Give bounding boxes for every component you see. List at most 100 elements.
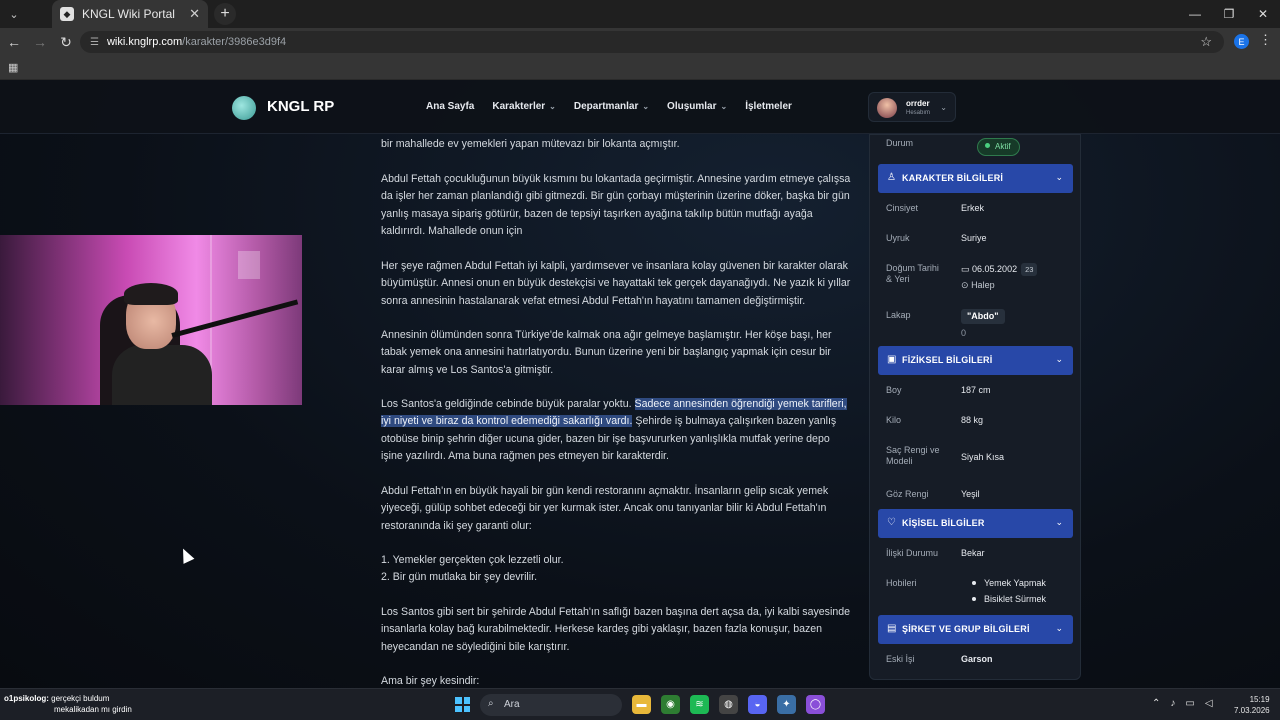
close-window-icon[interactable]: ✕ — [1246, 0, 1280, 28]
location-pin-icon: ⊙ — [961, 280, 969, 290]
microphone-arm — [171, 299, 299, 338]
file-explorer-icon[interactable]: ▬ — [632, 695, 651, 714]
restore-icon[interactable]: ❐ — [1212, 0, 1246, 28]
building-icon: ▤ — [887, 623, 897, 634]
system-tray: ⌃ ♪ ▭ ◁ — [1152, 698, 1213, 709]
site-info-icon[interactable]: ☰ — [90, 37, 99, 48]
info-label: Göz Rengi — [886, 489, 929, 499]
chat-message: gerçekçi buldum — [51, 694, 110, 703]
section-title: KİŞİSEL BİLGİLER — [902, 518, 985, 528]
bookmarks-bar: ▦ — [0, 56, 1280, 80]
nav-label: Ana Sayfa — [426, 101, 475, 112]
tray-chevron-icon[interactable]: ⌃ — [1152, 698, 1160, 709]
user-menu[interactable]: orrder Hesabım ⌄ — [868, 92, 956, 122]
nav-ana-sayfa[interactable]: Ana Sayfa — [426, 101, 474, 112]
streamer-body — [112, 345, 212, 405]
browser-tab[interactable]: ◆ KNGL Wiki Portal ✕ — [52, 0, 208, 28]
chat-line: o1psikolog: gerçekçi buldum — [4, 693, 132, 704]
forward-arrow-icon[interactable]: → — [28, 30, 52, 54]
minimize-icon[interactable]: — — [1178, 0, 1212, 28]
speaker-icon[interactable]: ◁ — [1205, 698, 1213, 709]
back-arrow-icon[interactable]: ← — [2, 30, 26, 54]
heart-icon: ♡ — [887, 517, 896, 528]
text-span: Los Santos'a geldiğinde cebinde büyük pa… — [381, 398, 632, 410]
info-value: Garson — [961, 654, 993, 664]
chat-message: mekalikadan mı girdin — [54, 705, 132, 714]
nav-isletmeler[interactable]: İşletmeler — [745, 101, 792, 112]
story-list-item: 2. Bir gün mutlaka bir şey devrilir. — [381, 571, 538, 583]
app-icon[interactable]: ✦ — [777, 695, 796, 714]
chrome-icon[interactable]: ◉ — [661, 695, 680, 714]
nav-label: İşletmeler — [745, 101, 792, 112]
tab-search-icon[interactable]: ⌄ — [0, 0, 28, 28]
list-item: Bisiklet Sürmek — [971, 591, 1046, 607]
user-subtitle: Hesabım — [906, 110, 931, 116]
nav-olusumlar[interactable]: Oluşumlar ⌄ — [667, 101, 727, 112]
character-info-panel: Durum Aktif ♙ KARAKTER BİLGİLERİ ⌄ Cinsi… — [869, 134, 1081, 680]
info-label: Kilo — [886, 415, 902, 425]
info-value: Bekar — [961, 548, 985, 558]
story-list-item: 1. Yemekler gerçekten çok lezzetli olur. — [381, 554, 564, 566]
story-paragraph: Abdul Fettah çocukluğunun büyük kısmını … — [381, 173, 851, 238]
search-label: Ara — [504, 699, 520, 710]
section-title: ŞİRKET VE GRUP BİLGİLERİ — [902, 624, 1030, 634]
info-label: Durum — [886, 138, 914, 148]
user-icon: ♙ — [887, 172, 896, 183]
story-paragraph: Annesinin ölümünden sonra Türkiye'de kal… — [381, 329, 832, 376]
streamer-hair — [124, 283, 178, 305]
new-tab-button[interactable]: + — [214, 3, 236, 25]
story-paragraph: Los Santos gibi sert bir şehirde Abdul F… — [381, 606, 851, 653]
steam-icon[interactable]: ◍ — [719, 695, 738, 714]
microphone-icon[interactable]: ♪ — [1170, 698, 1175, 709]
chevron-down-icon: ⌄ — [549, 102, 556, 111]
nav-karakterler[interactable]: Karakterler ⌄ — [492, 101, 556, 112]
info-value: 88 kg — [961, 415, 984, 425]
info-label: İlişki Durumu — [886, 548, 939, 558]
section-fiziksel-bilgileri[interactable]: ▣ FİZİKSEL BİLGİLERİ ⌄ — [878, 346, 1073, 375]
user-name: orrder — [906, 99, 930, 108]
chevron-down-icon: ⌄ — [642, 102, 650, 111]
chevron-down-icon: ⌄ — [720, 102, 728, 111]
info-label: Eski İşi — [886, 654, 915, 664]
webcam-overlay — [0, 235, 302, 405]
section-kisisel-bilgiler[interactable]: ♡ KİŞİSEL BİLGİLER ⌄ — [878, 509, 1073, 538]
section-sirket-grup-bilgileri[interactable]: ▤ ŞİRKET VE GRUP BİLGİLERİ ⌄ — [878, 615, 1073, 644]
info-value: "Abdo" — [961, 309, 1005, 324]
site-logo-icon[interactable] — [232, 96, 256, 120]
bookmark-star-icon[interactable]: ☆ — [1200, 34, 1212, 50]
address-bar[interactable]: ☰ wiki.knglrp.com/karakter/3986e3d9f4 ☆ — [80, 31, 1224, 53]
apps-grid-icon[interactable]: ▦ — [8, 61, 18, 74]
browser-menu-icon[interactable]: ⋮ — [1259, 32, 1272, 48]
display-icon[interactable]: ▭ — [1185, 698, 1194, 709]
taskbar-clock[interactable]: 15:19 7.03.2026 — [1234, 694, 1270, 716]
nav-departmanlar[interactable]: Departmanlar ⌄ — [574, 101, 649, 112]
info-label: Cinsiyet — [886, 203, 919, 213]
age-badge: 23 — [1021, 263, 1038, 276]
nav-label: Karakterler — [492, 101, 546, 112]
section-karakter-bilgileri[interactable]: ♙ KARAKTER BİLGİLERİ ⌄ — [878, 164, 1073, 193]
chevron-down-icon: ⌄ — [1055, 354, 1063, 364]
obs-icon[interactable]: ◯ — [806, 695, 825, 714]
tab-close-icon[interactable]: ✕ — [189, 6, 200, 22]
url-host: wiki.knglrp.com — [106, 36, 183, 48]
windows-start-icon[interactable] — [455, 697, 470, 712]
taskbar-search[interactable]: ⌕ Ara — [480, 694, 622, 716]
spotify-icon[interactable]: ≋ — [690, 695, 709, 714]
info-value-place: ⊙ Halep — [961, 280, 995, 291]
info-value: Erkek — [961, 203, 985, 213]
chat-username: o1psikolog: — [4, 694, 49, 703]
nickname-badge: "Abdo" — [961, 309, 1005, 324]
discord-icon[interactable]: ◒ — [748, 695, 767, 714]
list-item: Yemek Yapmak — [971, 575, 1046, 591]
reload-icon[interactable]: ↻ — [54, 30, 78, 54]
chat-line: mekalikadan mı girdin — [4, 704, 132, 715]
info-label: Lakap — [886, 310, 911, 320]
nickname-count: 0 — [961, 328, 967, 338]
browser-toolbar: ← → ↻ ☰ wiki.knglrp.com/karakter/3986e3d… — [0, 28, 1280, 56]
site-favicon-icon: ◆ — [60, 7, 74, 21]
calendar-icon: ▭ — [961, 264, 970, 274]
site-logo-text[interactable]: KNGL RP — [267, 98, 334, 115]
status-text: Aktif — [995, 142, 1011, 151]
profile-avatar[interactable]: E — [1234, 34, 1249, 49]
site-header: KNGL RP Ana Sayfa Karakterler ⌄ Departman… — [0, 80, 1280, 134]
